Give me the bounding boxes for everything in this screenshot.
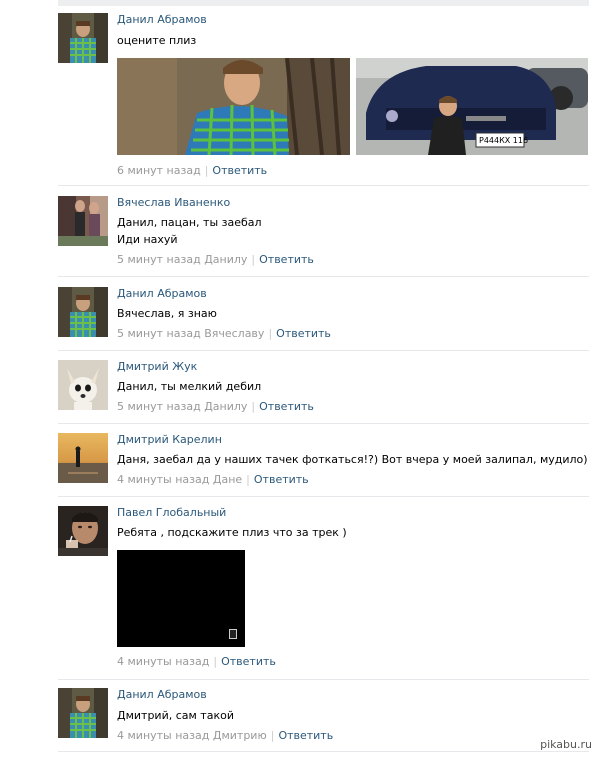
comment-meta: 4 минуты назад | Ответить xyxy=(117,655,276,668)
avatar[interactable] xyxy=(58,688,108,738)
author-link[interactable]: Данил Абрамов xyxy=(117,287,207,301)
comment-item: Дмитрий Карелин Даня, заебал да у наших … xyxy=(58,433,589,488)
attached-video[interactable] xyxy=(117,550,245,647)
comment-time[interactable]: 5 минут назад xyxy=(117,327,201,340)
comment-text: Данил, ты мелкий дебил xyxy=(117,380,262,393)
reply-button[interactable]: Ответить xyxy=(278,729,333,742)
divider xyxy=(58,423,589,424)
comment-time[interactable]: 4 минуты назад xyxy=(117,655,209,668)
author-link[interactable]: Вячеслав Иваненко xyxy=(117,196,230,210)
divider xyxy=(58,496,589,497)
attached-photo[interactable] xyxy=(117,58,350,155)
comment-item: Вячеслав Иваненко Данил, пацан, ты заеба… xyxy=(58,196,589,268)
top-bar xyxy=(58,0,589,6)
comment-item: Павел Глобальный Ребята , подскажите пли… xyxy=(58,506,589,671)
comment-time[interactable]: 5 минут назад xyxy=(117,253,201,266)
reply-button[interactable]: Ответить xyxy=(276,327,331,340)
reply-to[interactable]: Данилу xyxy=(204,400,247,413)
comment-time[interactable]: 5 минут назад xyxy=(117,400,201,413)
comment-text: Даня, заебал да у наших тачек фоткаться!… xyxy=(117,453,588,466)
watermark: pikabu.ru xyxy=(540,738,592,751)
attached-photo[interactable]: Р444КХ 116 xyxy=(356,58,588,155)
comment-item: Дмитрий Жук Данил, ты мелкий дебил 5 мин… xyxy=(58,360,589,415)
comment-text: Вячеслав, я знаю xyxy=(117,307,217,320)
avatar[interactable] xyxy=(58,506,108,556)
divider xyxy=(58,679,589,680)
comment-text: Данил, пацан, ты заебал xyxy=(117,216,262,229)
avatar[interactable] xyxy=(58,196,108,246)
comment-text: Ребята , подскажите плиз что за трек ) xyxy=(117,526,347,539)
comment-time[interactable]: 4 минуты назад xyxy=(117,729,209,742)
author-link[interactable]: Данил Абрамов xyxy=(117,13,207,27)
video-icon xyxy=(229,629,237,639)
comment-item: Данил Абрамов оцените плиз Р444КХ 116 6 … xyxy=(58,13,589,183)
author-link[interactable]: Павел Глобальный xyxy=(117,506,226,520)
comment-meta: 4 минуты назад Дане | Ответить xyxy=(117,473,309,486)
comment-time[interactable]: 4 минуты назад xyxy=(117,473,209,486)
comment-meta: 5 минут назад Данилу | Ответить xyxy=(117,253,314,266)
comment-meta: 4 минуты назад Дмитрию | Ответить xyxy=(117,729,334,742)
reply-to[interactable]: Данилу xyxy=(204,253,247,266)
comment-time[interactable]: 6 минут назад xyxy=(117,164,201,177)
reply-button[interactable]: Ответить xyxy=(212,164,267,177)
reply-to[interactable]: Вячеславу xyxy=(204,327,264,340)
avatar[interactable] xyxy=(58,433,108,483)
reply-to[interactable]: Дане xyxy=(213,473,242,486)
author-link[interactable]: Дмитрий Карелин xyxy=(117,433,222,447)
divider xyxy=(58,276,589,277)
avatar[interactable] xyxy=(58,360,108,410)
divider xyxy=(58,350,589,351)
comment-meta: 5 минут назад Данилу | Ответить xyxy=(117,400,314,413)
license-plate: Р444КХ 116 xyxy=(479,136,528,145)
comment-item: Данил Абрамов Дмитрий, сам такой 4 минут… xyxy=(58,688,589,743)
author-link[interactable]: Данил Абрамов xyxy=(117,688,207,702)
divider xyxy=(58,751,589,752)
reply-button[interactable]: Ответить xyxy=(221,655,276,668)
reply-button[interactable]: Ответить xyxy=(254,473,309,486)
comment-meta: 6 минут назад | Ответить xyxy=(117,164,268,177)
divider xyxy=(58,185,589,186)
comment-text: Иди нахуй xyxy=(117,233,178,246)
comment-text: оцените плиз xyxy=(117,34,197,47)
reply-button[interactable]: Ответить xyxy=(259,253,314,266)
reply-button[interactable]: Ответить xyxy=(259,400,314,413)
avatar[interactable] xyxy=(58,287,108,337)
comment-meta: 5 минут назад Вячеславу | Ответить xyxy=(117,327,331,340)
author-link[interactable]: Дмитрий Жук xyxy=(117,360,197,374)
comment-text: Дмитрий, сам такой xyxy=(117,709,234,722)
comment-item: Данил Абрамов Вячеслав, я знаю 5 минут н… xyxy=(58,287,589,342)
reply-to[interactable]: Дмитрию xyxy=(213,729,267,742)
avatar[interactable] xyxy=(58,13,108,63)
